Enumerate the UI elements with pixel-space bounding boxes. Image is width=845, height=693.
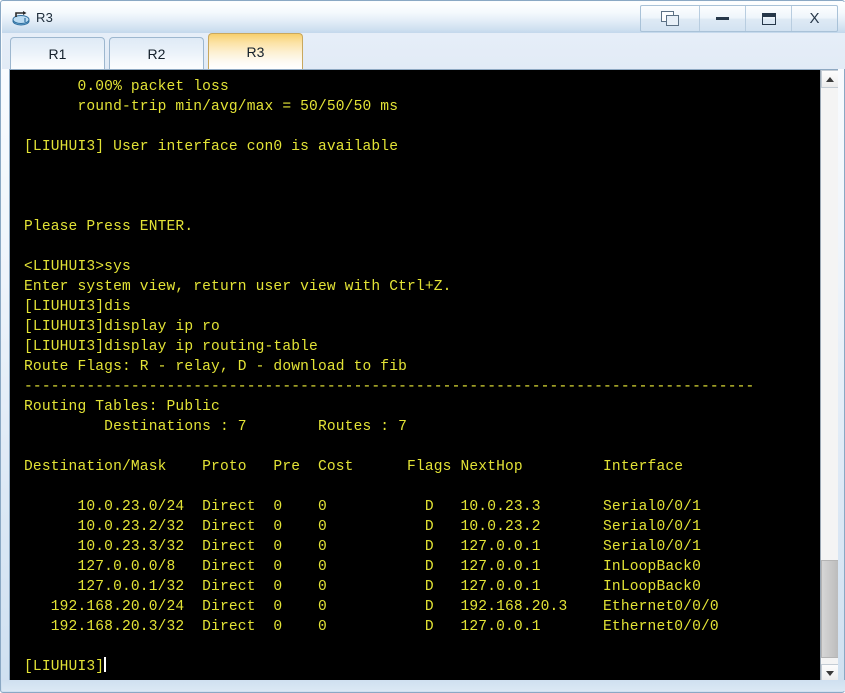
terminal-line: Destination/Mask Proto Pre Cost Flags Ne…	[24, 459, 684, 475]
terminal-line: [LIUHUI3] User interface con0 is availab…	[24, 139, 399, 155]
terminal-prompt-line: [LIUHUI3]	[24, 657, 107, 675]
window-controls: X	[640, 5, 838, 32]
terminal-frame: 0.00% packet loss round-trip min/avg/max…	[9, 69, 838, 681]
terminal-output[interactable]: 0.00% packet loss round-trip min/avg/max…	[10, 70, 820, 680]
terminal-line: [LIUHUI3]dis	[24, 299, 131, 315]
restore-button[interactable]	[641, 6, 700, 31]
tab-r3[interactable]: R3	[208, 33, 303, 69]
terminal-line: [LIUHUI3]display ip routing-table	[24, 339, 318, 355]
terminal-line: 192.168.20.3/32 Direct 0 0 D 127.0.0.1 E…	[24, 619, 719, 635]
title-bar: R3 X	[2, 2, 845, 33]
restore-windows-icon	[660, 10, 680, 27]
close-button[interactable]: X	[792, 6, 837, 31]
router-icon	[11, 9, 31, 27]
terminal-line: 127.0.0.0/8 Direct 0 0 D 127.0.0.1 InLoo…	[24, 559, 701, 575]
terminal-line: [LIUHUI3]display ip ro	[24, 319, 220, 335]
terminal-line: <LIUHUI3>sys	[24, 259, 131, 275]
terminal-line: 10.0.23.3/32 Direct 0 0 D 127.0.0.1 Seri…	[24, 539, 701, 555]
tab-r3-label: R3	[246, 43, 265, 60]
window-bottom-edge	[2, 680, 845, 691]
terminal-line: Enter system view, return user view with…	[24, 279, 452, 295]
minimize-button[interactable]	[700, 6, 746, 31]
terminal-scrollbar[interactable]	[820, 70, 838, 680]
chevron-down-icon	[826, 670, 834, 676]
tab-r1[interactable]: R1	[10, 37, 105, 69]
terminal-line: 10.0.23.0/24 Direct 0 0 D 10.0.23.3 Seri…	[24, 499, 701, 515]
minimize-icon	[716, 17, 729, 20]
tab-r2-label: R2	[147, 45, 166, 62]
scrollbar-down-button[interactable]	[821, 664, 838, 680]
chevron-up-icon	[826, 76, 834, 82]
tab-strip: R1 R2 R3	[2, 33, 845, 69]
maximize-icon	[761, 12, 776, 25]
terminal-line: round-trip min/avg/max = 50/50/50 ms	[24, 99, 399, 115]
maximize-button[interactable]	[746, 6, 792, 31]
terminal-line: Please Press ENTER.	[24, 219, 194, 235]
text-cursor	[104, 657, 107, 672]
tab-list: R1 R2 R3	[10, 33, 303, 69]
terminal-line: 10.0.23.2/32 Direct 0 0 D 10.0.23.2 Seri…	[24, 519, 701, 535]
close-icon: X	[809, 10, 820, 27]
scrollbar-thumb[interactable]	[821, 560, 838, 659]
terminal-line: ----------------------------------------…	[24, 379, 755, 395]
tab-r2[interactable]: R2	[109, 37, 204, 69]
tab-r1-label: R1	[48, 45, 67, 62]
window-title: R3	[36, 10, 54, 25]
router-console-window: R3 X R1 R2 R3 0.00% packet loss round-tr…	[0, 0, 845, 693]
terminal-line: Destinations : 7 Routes : 7	[24, 419, 408, 435]
terminal-line: 192.168.20.0/24 Direct 0 0 D 192.168.20.…	[24, 599, 719, 615]
terminal-line: 127.0.0.1/32 Direct 0 0 D 127.0.0.1 InLo…	[24, 579, 701, 595]
terminal-outer: 0.00% packet loss round-trip min/avg/max…	[10, 70, 838, 680]
terminal-line: 0.00% packet loss	[24, 79, 229, 95]
terminal-line: Route Flags: R - relay, D - download to …	[24, 359, 408, 375]
title-bar-left: R3	[11, 7, 53, 29]
scrollbar-track[interactable]	[821, 88, 838, 664]
terminal-line: Routing Tables: Public	[24, 399, 220, 415]
scrollbar-up-button[interactable]	[821, 70, 838, 88]
